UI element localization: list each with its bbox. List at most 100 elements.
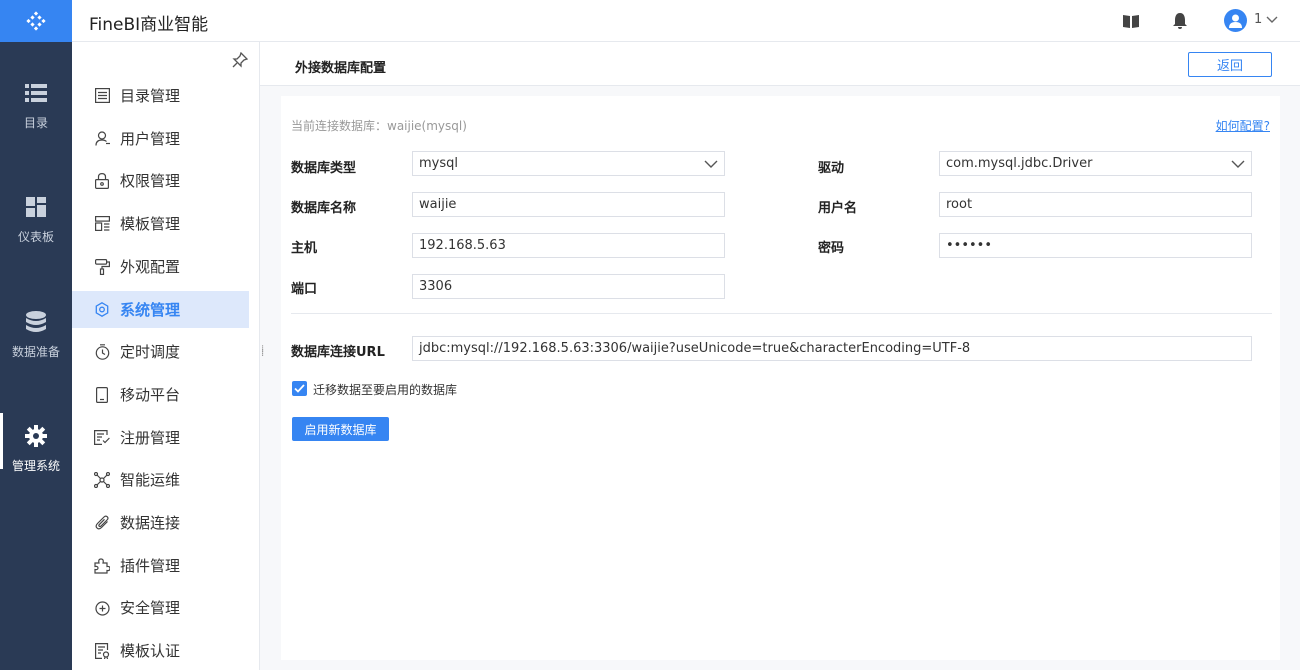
sidebar-item-system[interactable]: 系统管理	[72, 291, 249, 328]
catalog-icon	[93, 87, 111, 105]
mobile-icon	[93, 386, 111, 404]
sidebar-item-label: 模板管理	[120, 215, 181, 233]
how-to-configure-link[interactable]: 如何配置?	[1216, 117, 1270, 134]
logo-icon[interactable]	[0, 0, 72, 42]
app-rail: 目录 仪表板 数据准备 管理系统	[0, 0, 72, 670]
bell-icon[interactable]	[1171, 12, 1189, 30]
sidebar-item-registration[interactable]: 注册管理	[72, 419, 249, 456]
page-title: 外接数据库配置	[295, 61, 387, 76]
sidebar-item-appearance[interactable]: 外观配置	[72, 248, 249, 285]
book-icon[interactable]	[1122, 12, 1140, 30]
rail-item-admin[interactable]: 管理系统	[0, 385, 72, 485]
url-field[interactable]: jdbc:mysql://192.168.5.63:3306/waijie?us…	[412, 336, 1252, 361]
sidebar-item-ops[interactable]: 智能运维	[72, 461, 249, 498]
sidebar-item-catalog[interactable]: 目录管理	[72, 77, 249, 114]
page-header: 外接数据库配置 返回	[260, 42, 1300, 86]
rail-item-label: 数据准备	[11, 345, 60, 359]
sidebar-item-templates[interactable]: 模板管理	[72, 205, 249, 242]
current-db-info: 当前连接数据库：waijie(mysql)	[291, 119, 467, 133]
template-icon	[93, 215, 111, 233]
divider	[291, 313, 1272, 314]
url-value: jdbc:mysql://192.168.5.63:3306/waijie?us…	[419, 341, 971, 356]
sidebar-item-label: 目录管理	[120, 87, 181, 105]
db-name-value: waijie	[419, 197, 457, 212]
paint-roller-icon	[93, 258, 111, 276]
username-value: root	[946, 197, 973, 212]
list-icon	[25, 80, 47, 106]
chevron-down-icon	[1231, 157, 1245, 175]
sidebar-item-label: 数据连接	[120, 514, 181, 532]
port-field[interactable]: 3306	[412, 274, 725, 299]
sidebar-item-security[interactable]: 安全管理	[72, 589, 249, 626]
pin-icon[interactable]	[232, 51, 249, 72]
host-field[interactable]: 192.168.5.63	[412, 233, 725, 258]
enable-new-db-button[interactable]: 启用新数据库	[292, 417, 389, 441]
sidebar-item-permissions[interactable]: 权限管理	[72, 162, 249, 199]
db-type-value: mysql	[419, 156, 458, 171]
rail-item-label: 仪表板	[17, 230, 54, 244]
password-value: ••••••	[946, 238, 993, 253]
chevron-down-icon	[704, 157, 718, 175]
app-title: FineBI商业智能	[89, 15, 209, 35]
sidebar-item-schedule[interactable]: 定时调度	[72, 333, 249, 370]
sidebar-item-plugins[interactable]: 插件管理	[72, 547, 249, 584]
register-icon	[93, 429, 111, 447]
migrate-checkbox-label[interactable]: 迁移数据至要启用的数据库	[313, 381, 457, 398]
sidebar-item-label: 插件管理	[120, 557, 181, 575]
port-value: 3306	[419, 279, 453, 294]
sidebar-item-template-auth[interactable]: 模板认证	[72, 632, 249, 669]
settings-icon	[93, 301, 111, 319]
shield-icon	[93, 599, 111, 617]
top-header: FineBI商业智能 1	[72, 0, 1300, 42]
driver-select[interactable]: com.mysql.jdbc.Driver	[939, 151, 1252, 176]
password-label: 密码	[818, 241, 845, 256]
chevron-down-icon[interactable]	[1266, 13, 1278, 28]
paperclip-icon	[93, 514, 111, 532]
database-icon	[26, 309, 46, 335]
db-name-label: 数据库名称	[291, 201, 357, 216]
migrate-checkbox[interactable]	[292, 381, 307, 396]
db-type-label: 数据库类型	[291, 161, 357, 176]
sidebar-item-label: 用户管理	[120, 130, 181, 148]
sidebar-item-label: 外观配置	[120, 258, 181, 276]
gear-icon	[25, 423, 47, 449]
sidebar-item-mobile[interactable]: 移动平台	[72, 376, 249, 413]
driver-label: 驱动	[818, 161, 845, 176]
url-label: 数据库连接URL	[291, 345, 385, 360]
username-field[interactable]: root	[939, 192, 1252, 217]
db-name-field[interactable]: waijie	[412, 192, 725, 217]
sidebar-item-label: 定时调度	[120, 343, 181, 361]
dashboard-icon	[26, 194, 46, 220]
sidebar-item-label: 权限管理	[120, 172, 181, 190]
network-icon	[93, 471, 111, 489]
host-value: 192.168.5.63	[419, 238, 506, 253]
sidebar-item-label: 系统管理	[120, 301, 181, 319]
password-field[interactable]: ••••••	[939, 233, 1252, 258]
back-button[interactable]: 返回	[1188, 52, 1272, 77]
rail-item-catalog[interactable]: 目录	[0, 42, 72, 142]
active-indicator	[0, 413, 3, 469]
db-config-form: 当前连接数据库：waijie(mysql) 如何配置? 数据库类型 mysql …	[281, 96, 1280, 660]
resize-handle[interactable]: ⁞ ⁞	[261, 345, 264, 359]
puzzle-icon	[93, 557, 111, 575]
rail-item-dashboard[interactable]: 仪表板	[0, 156, 72, 256]
admin-sidebar: 目录管理 用户管理 权限管理 模板管理 外观配置 系统管理 定时调度 移动平台 …	[72, 42, 264, 670]
sidebar-item-label: 智能运维	[120, 471, 181, 489]
sidebar-item-label: 安全管理	[120, 599, 181, 617]
timer-icon	[93, 343, 111, 361]
avatar[interactable]	[1224, 9, 1247, 32]
db-type-select[interactable]: mysql	[412, 151, 725, 176]
driver-value: com.mysql.jdbc.Driver	[946, 156, 1093, 171]
sidebar-item-users[interactable]: 用户管理	[72, 120, 249, 157]
username-label: 用户名	[818, 201, 858, 216]
user-name[interactable]: 1	[1254, 12, 1262, 27]
sidebar-item-data-connection[interactable]: 数据连接	[72, 504, 249, 541]
user-icon	[93, 130, 111, 148]
rail-item-data-prep[interactable]: 数据准备	[0, 271, 72, 371]
port-label: 端口	[291, 282, 318, 297]
lock-icon	[93, 172, 111, 190]
certificate-icon	[93, 642, 111, 660]
sidebar-item-label: 注册管理	[120, 429, 181, 447]
rail-item-label: 目录	[23, 116, 48, 130]
sidebar-item-label: 移动平台	[120, 386, 181, 404]
